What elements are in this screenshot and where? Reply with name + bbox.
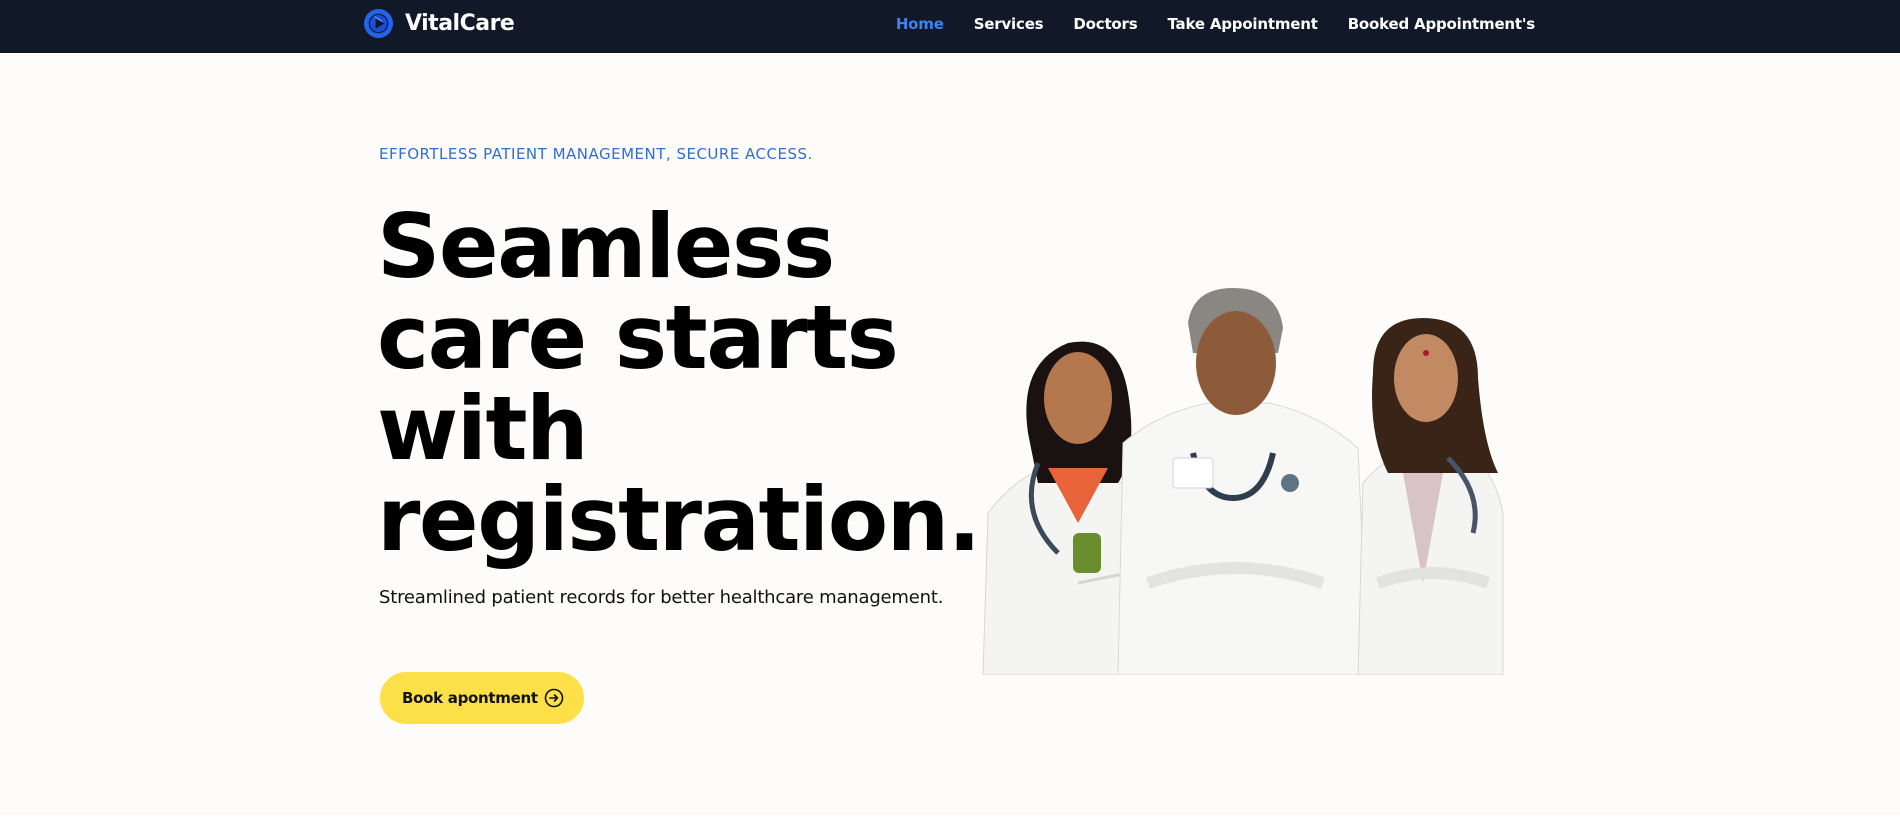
brand[interactable]: VitalCare (363, 8, 515, 38)
nav-item-booked-appointments[interactable]: Booked Appointment's (1348, 15, 1536, 33)
hero-headline: Seamless care starts with registration. (377, 195, 981, 571)
book-appointment-button[interactable]: Book apontment (380, 672, 584, 724)
hero-section: EFFORTLESS PATIENT MANAGEMENT, SECURE AC… (0, 53, 1900, 815)
hero-subtitle: Streamlined patient records for better h… (379, 587, 944, 608)
hero-eyebrow: EFFORTLESS PATIENT MANAGEMENT, SECURE AC… (379, 145, 813, 163)
nav-item-take-appointment[interactable]: Take Appointment (1167, 15, 1317, 33)
arrow-right-circle-icon (544, 688, 564, 708)
play-circle-icon (363, 8, 394, 38)
nav-item-doctors[interactable]: Doctors (1073, 15, 1137, 33)
doctors-photo (982, 288, 1504, 675)
nav-item-services[interactable]: Services (974, 15, 1044, 33)
main-nav: Home Services Doctors Take Appointment B… (896, 0, 1535, 48)
top-navbar: VitalCare Home Services Doctors Take App… (0, 0, 1900, 53)
page-bottom-strip (0, 815, 1900, 836)
nav-item-home[interactable]: Home (896, 15, 944, 33)
brand-name: VitalCare (405, 10, 515, 36)
book-appointment-label: Book apontment (402, 689, 538, 707)
